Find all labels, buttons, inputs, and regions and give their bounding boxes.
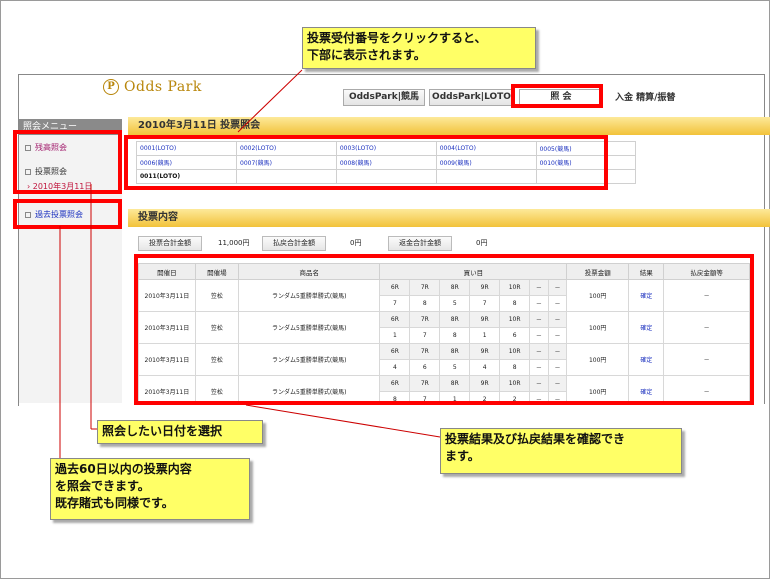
callout-check-results: 投票結果及び払戻結果を確認でき ます。	[440, 428, 682, 474]
callout-line: 投票受付番号をクリックすると、	[307, 31, 487, 45]
callout-receipt-number: 投票受付番号をクリックすると、 下部に表示されます。	[302, 27, 536, 69]
callout-line: 照会したい日付を選択	[102, 424, 223, 438]
callout-line: 投票結果及び払戻結果を確認でき	[445, 432, 626, 446]
callout-line: 既存賭式も同様です。	[55, 496, 174, 510]
callout-line: 下部に表示されます。	[307, 48, 426, 62]
callout-line: を照会できます。	[55, 479, 150, 493]
callout-past-inquiry: 過去60日以内の投票内容 を照会できます。 既存賭式も同様です。	[50, 458, 250, 520]
callout-line: ます。	[445, 449, 480, 463]
callout-line: 過去60日以内の投票内容	[55, 462, 192, 476]
callout-select-date: 照会したい日付を選択	[97, 420, 263, 444]
